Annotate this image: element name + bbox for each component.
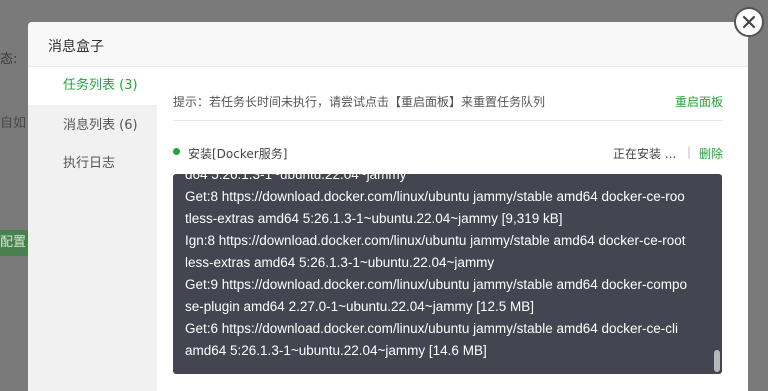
delete-task-link[interactable]: 删除	[699, 145, 723, 162]
log-line: Ign:8 https://download.docker.com/linux/…	[185, 233, 686, 248]
task-status: 正在安装 ...	[613, 147, 677, 161]
log-text: d64 5:26.1.3-1~ubuntu.22.04~jammy Get:8 h…	[185, 174, 705, 362]
close-icon	[742, 15, 756, 29]
modal-header: 消息盒子	[28, 22, 748, 67]
log-line: less-extras amd64 5:26.1.3-1~ubuntu.22.0…	[185, 255, 495, 270]
log-line: Get:8 https://download.docker.com/linux/…	[185, 189, 685, 204]
task-name: 安装[Docker服务]	[188, 147, 288, 161]
task-content: 提示：若任务长时间未执行，请尝试点击【重启面板】来重置任务队列 重启面板 安装[…	[173, 67, 723, 391]
sidebar-item-message-list[interactable]: 消息列表 (6)	[28, 107, 157, 145]
task-row: 安装[Docker服务] 正在安装 ... | 删除	[173, 145, 723, 163]
sidebar: 任务列表 (3) 消息列表 (6) 执行日志	[28, 67, 157, 391]
tip-text: 提示：若任务长时间未执行，请尝试点击【重启面板】来重置任务队列	[173, 95, 546, 109]
sidebar-item-execution-log[interactable]: 执行日志	[28, 145, 157, 183]
status-dot-icon	[173, 148, 180, 155]
log-line: tless-extras amd64 5:26.1.3-1~ubuntu.22.…	[185, 211, 563, 226]
log-line: d64 5:26.1.3-1~ubuntu.22.04~jammy	[185, 174, 407, 182]
task-separator: |	[687, 145, 692, 159]
background-text: 态:	[0, 52, 18, 67]
sidebar-item-task-list[interactable]: 任务列表 (3)	[28, 67, 157, 105]
modal-title: 消息盒子	[48, 39, 104, 55]
close-modal-button[interactable]	[734, 7, 764, 37]
restart-panel-link[interactable]: 重启面板	[675, 93, 723, 110]
log-line: amd64 5:26.1.3-1~ubuntu.22.04~jammy [14.…	[185, 343, 487, 358]
log-line: Get:9 https://download.docker.com/linux/…	[185, 277, 688, 292]
message-box-modal: 消息盒子 任务列表 (3) 消息列表 (6) 执行日志 提示：若任务长时间未执行…	[28, 22, 748, 391]
log-line: Get:6 https://download.docker.com/linux/…	[185, 321, 678, 336]
install-log-console[interactable]: d64 5:26.1.3-1~ubuntu.22.04~jammy Get:8 h…	[173, 174, 722, 374]
background-button: 配置文	[0, 230, 30, 256]
background-text: 自如	[0, 116, 27, 131]
divider	[173, 120, 723, 121]
log-line: se-plugin amd64 2.27.0-1~ubuntu.22.04~ja…	[185, 299, 534, 314]
log-scrollbar[interactable]	[714, 350, 720, 372]
